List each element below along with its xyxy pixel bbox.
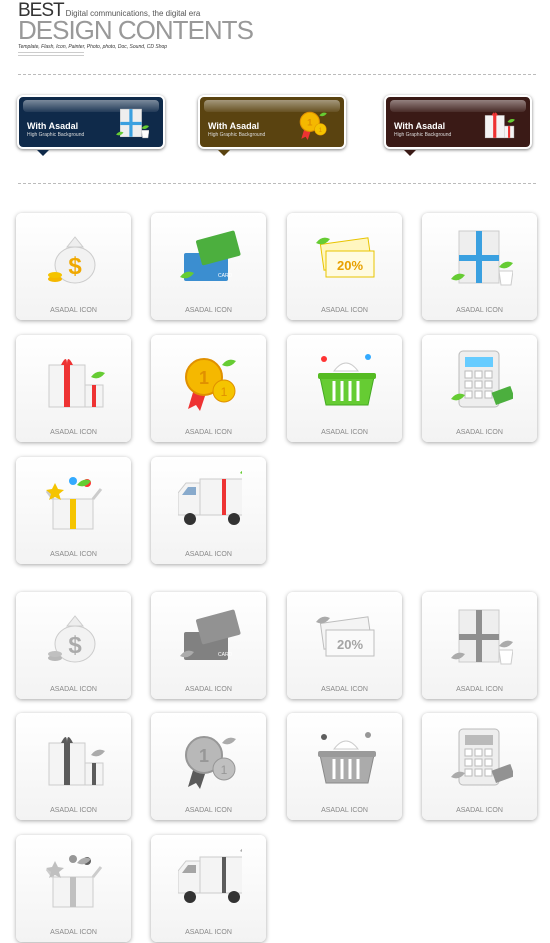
icon-tile-surprise-box[interactable]: ASADAL ICON [16, 835, 131, 942]
divider [18, 52, 84, 53]
medal-icon: 11 [185, 736, 236, 789]
svg-text:1: 1 [307, 118, 313, 129]
gift-icon [48, 737, 105, 786]
icon-label: ASADAL ICON [456, 807, 503, 814]
surprise-box-icon [45, 477, 103, 530]
basket-icon [318, 732, 376, 784]
icon-tile-credit-card[interactable]: CARD ASADAL ICON [151, 592, 266, 699]
icon-label: ASADAL ICON [321, 686, 368, 693]
icon-label: ASADAL ICON [50, 307, 97, 314]
svg-text:CARD: CARD [218, 652, 233, 658]
divider [18, 183, 536, 184]
icon-tile-money-bag[interactable]: $ ASADAL ICON [16, 213, 131, 320]
svg-text:$: $ [68, 632, 82, 659]
icon-label: ASADAL ICON [185, 929, 232, 936]
icon-tile-gift[interactable]: ASADAL ICON [16, 713, 131, 820]
svg-text:1: 1 [199, 368, 209, 388]
icon-tile-coupon[interactable]: 20% ASADAL ICON [287, 592, 402, 699]
basket-icon [318, 354, 376, 406]
icon-tile-calculator[interactable]: ASADAL ICON [422, 713, 537, 820]
icon-label: ASADAL ICON [50, 929, 97, 936]
calculator-icon [451, 350, 513, 408]
svg-text:CARD: CARD [218, 273, 233, 279]
divider [18, 55, 84, 56]
icon-label: ASADAL ICON [321, 429, 368, 436]
page-title: DESIGN CONTENTS [18, 15, 254, 45]
banner-subtitle: High Graphic Background [27, 132, 85, 138]
credit-card-icon: CARD [180, 609, 241, 660]
truck-icon [178, 471, 242, 525]
svg-text:1: 1 [319, 127, 323, 134]
icon-label: ASADAL ICON [50, 429, 97, 436]
gift-icon [48, 359, 105, 408]
icon-tile-medal[interactable]: 1 1 ASADAL ICON [151, 335, 266, 442]
coupon-icon: 20% [316, 237, 375, 278]
banner-title: With Asadal [394, 121, 446, 131]
icon-tile-calculator[interactable]: ASADAL ICON [422, 335, 537, 442]
surprise-box-icon [45, 855, 103, 908]
header: BEST Digital communications, the digital … [18, 0, 254, 56]
svg-text:1: 1 [221, 385, 228, 399]
icon-tile-truck[interactable]: ASADAL ICON [151, 457, 266, 564]
banner[interactable]: With Asadal High Graphic Background [17, 95, 165, 156]
svg-text:$: $ [68, 253, 82, 280]
medal-icon: 11 [299, 111, 327, 140]
banner[interactable]: With Asadal High Graphic Background 1 1 [198, 95, 346, 156]
coupon-icon: 20% [316, 616, 375, 657]
icon-label: ASADAL ICON [456, 307, 503, 314]
icon-tile-box-plant[interactable]: ASADAL ICON [422, 213, 537, 320]
icon-tile-truck[interactable]: ASADAL ICON [151, 835, 266, 942]
svg-text:1: 1 [199, 746, 209, 766]
icon-label: ASADAL ICON [185, 551, 232, 558]
icon-label: ASADAL ICON [185, 429, 232, 436]
credit-card-icon: CARD [180, 230, 241, 281]
icon-label: ASADAL ICON [321, 807, 368, 814]
icon-tile-basket[interactable]: ASADAL ICON [287, 335, 402, 442]
icon-label: ASADAL ICON [456, 686, 503, 693]
box-plant-icon [451, 609, 513, 665]
box-plant-icon [116, 108, 149, 139]
svg-text:1: 1 [221, 763, 228, 777]
icon-label: ASADAL ICON [185, 307, 232, 314]
svg-text:20%: 20% [337, 258, 363, 273]
icon-label: ASADAL ICON [50, 686, 97, 693]
icon-label: ASADAL ICON [456, 429, 503, 436]
icon-label: ASADAL ICON [185, 686, 232, 693]
icon-tile-box-plant[interactable]: ASADAL ICON [422, 592, 537, 699]
banner[interactable]: With Asadal High Graphic Background [384, 95, 532, 156]
money-bag-icon: $ [48, 615, 96, 663]
icon-tile-coupon[interactable]: 20% ASADAL ICON [287, 213, 402, 320]
money-bag-icon: $ [48, 236, 96, 284]
icon-tile-basket[interactable]: ASADAL ICON [287, 713, 402, 820]
icon-tile-gift[interactable]: ASADAL ICON [16, 335, 131, 442]
divider [18, 74, 536, 75]
icon-tile-medal[interactable]: 1 1 ASADAL ICON [151, 713, 266, 820]
svg-text:20%: 20% [337, 637, 363, 652]
banner-subtitle: High Graphic Background [208, 132, 266, 138]
truck-icon [178, 849, 242, 903]
icon-tile-credit-card[interactable]: CARD ASADAL ICON [151, 213, 266, 320]
icon-label: ASADAL ICON [185, 807, 232, 814]
banner-title: With Asadal [27, 121, 79, 131]
gift-icon [484, 112, 515, 139]
icon-label: ASADAL ICON [50, 551, 97, 558]
banner-title: With Asadal [208, 121, 260, 131]
banner-subtitle: High Graphic Background [394, 132, 452, 138]
icon-label: ASADAL ICON [321, 307, 368, 314]
medal-icon: 11 [185, 358, 236, 411]
calculator-icon [451, 728, 513, 786]
box-plant-icon [451, 230, 513, 286]
icon-label: ASADAL ICON [50, 807, 97, 814]
icon-tile-money-bag[interactable]: $ ASADAL ICON [16, 592, 131, 699]
icon-tile-surprise-box[interactable]: ASADAL ICON [16, 457, 131, 564]
